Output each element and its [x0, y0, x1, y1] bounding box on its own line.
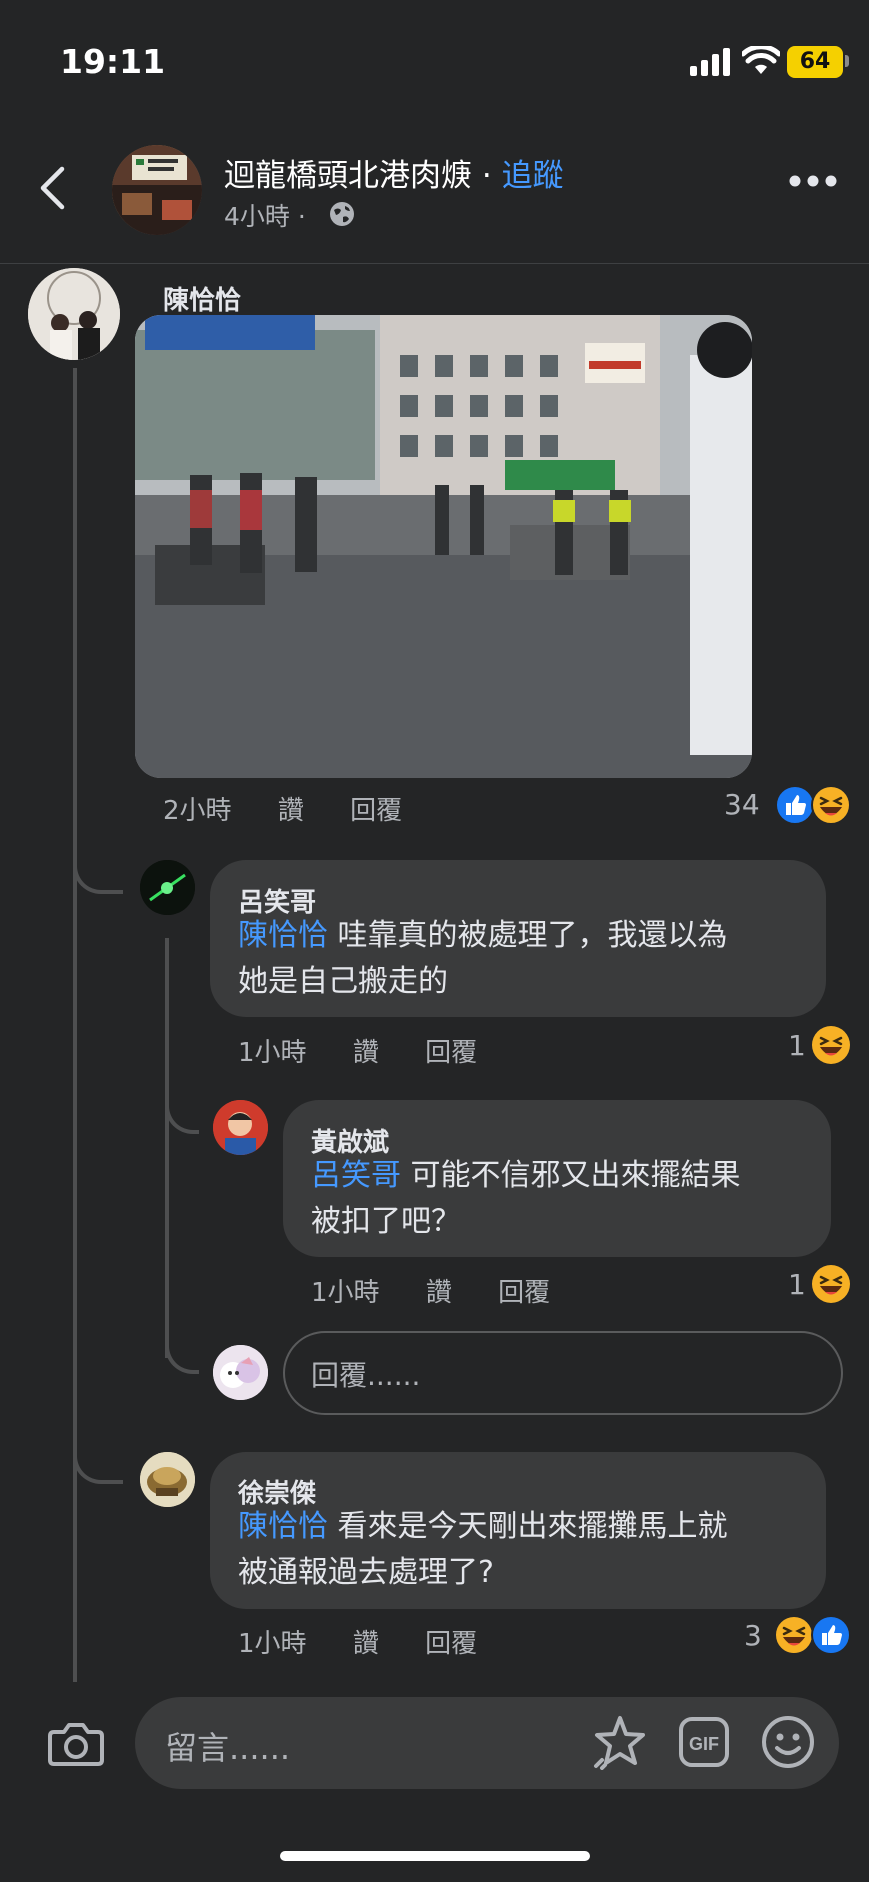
- reaction-count[interactable]: 1: [788, 1029, 806, 1062]
- thread-branch-2: [165, 1085, 199, 1134]
- like-button[interactable]: 讚: [353, 1629, 379, 1659]
- thread-branch-3: [165, 1325, 199, 1374]
- comment-actions: 1小時 讚 回覆: [238, 1623, 515, 1660]
- avatar[interactable]: [28, 268, 120, 360]
- reaction-count[interactable]: 3: [744, 1619, 762, 1652]
- comment-photo[interactable]: [135, 315, 752, 778]
- thread-line-main: [73, 368, 77, 1683]
- comment-text: 呂笑哥 可能不信邪又出來擺結果 被扣了吧？: [311, 1153, 821, 1245]
- comment-time: 1小時: [238, 1038, 307, 1068]
- reply-button[interactable]: 回覆: [425, 1629, 477, 1659]
- battery-tip: [845, 55, 849, 67]
- page-name[interactable]: 迴龍橋頭北港肉焿: [224, 158, 472, 194]
- thread-branch-1: [73, 845, 123, 894]
- post-meta: 4小時 ·: [224, 197, 306, 233]
- page-avatar[interactable]: [112, 145, 202, 235]
- haha-reaction-icon: [811, 785, 851, 825]
- more-icon[interactable]: [788, 173, 838, 189]
- like-button[interactable]: 讚: [426, 1278, 452, 1308]
- post-time: 4小時: [224, 202, 290, 231]
- like-reaction-icon: [811, 1615, 851, 1655]
- comment-text-line1: 哇靠真的被處理了，我還以為: [328, 918, 728, 953]
- page-title: 迴龍橋頭北港肉焿 · 追蹤: [224, 150, 564, 195]
- thread-branch-4: [73, 1435, 123, 1484]
- avatar[interactable]: [140, 1452, 195, 1507]
- comment-time: 1小時: [238, 1629, 307, 1659]
- comment-time: 1小時: [311, 1278, 380, 1308]
- comment-actions: 1小時 讚 回覆: [238, 1032, 515, 1069]
- comment-text-line2: 被通報過去處理了?: [238, 1555, 494, 1590]
- avatar: [213, 1345, 268, 1400]
- mention-link[interactable]: 陳恰恰: [238, 1509, 328, 1544]
- title-separator: ·: [472, 158, 502, 194]
- gif-icon[interactable]: GIF: [678, 1716, 730, 1768]
- reaction-count[interactable]: 1: [788, 1268, 806, 1301]
- haha-reaction-icon: [774, 1615, 814, 1655]
- haha-reaction-icon: [812, 1265, 850, 1303]
- thread-line-sub: [165, 938, 169, 1358]
- comment-author[interactable]: 陳恰恰: [163, 280, 241, 317]
- meta-dot: ·: [297, 202, 306, 231]
- reply-input-placeholder: 回覆......: [311, 1359, 421, 1392]
- wifi-icon: [742, 46, 780, 74]
- svg-text:GIF: GIF: [689, 1734, 719, 1754]
- reply-button[interactable]: 回覆: [350, 796, 402, 826]
- comment-time: 2小時: [163, 796, 232, 826]
- comment-text: 陳恰恰 看來是今天剛出來擺攤馬上就 被通報過去處理了?: [238, 1504, 808, 1596]
- comment-text-line2: 被扣了吧？: [311, 1204, 461, 1239]
- sticker-icon[interactable]: [592, 1714, 648, 1770]
- comment-text-line2: 她是自己搬走的: [238, 964, 448, 999]
- haha-reaction-icon: [812, 1026, 850, 1064]
- header-divider: [0, 263, 869, 264]
- camera-icon[interactable]: [48, 1720, 104, 1768]
- signal-icon: [690, 48, 730, 76]
- globe-icon: [330, 202, 354, 226]
- battery-indicator: 64: [787, 46, 843, 78]
- reply-button[interactable]: 回覆: [498, 1278, 550, 1308]
- emoji-icon[interactable]: [760, 1714, 816, 1770]
- like-button[interactable]: 讚: [278, 796, 304, 826]
- home-indicator: [280, 1851, 590, 1861]
- avatar[interactable]: [213, 1100, 268, 1155]
- comment-actions: 1小時 讚 回覆: [311, 1272, 588, 1309]
- comment-text-line1: 看來是今天剛出來擺攤馬上就: [328, 1509, 728, 1544]
- comment-text: 陳恰恰 哇靠真的被處理了，我還以為 她是自己搬走的: [238, 913, 808, 1005]
- like-button[interactable]: 讚: [353, 1038, 379, 1068]
- follow-button[interactable]: 追蹤: [502, 158, 564, 194]
- reaction-count[interactable]: 34: [724, 788, 760, 821]
- status-time: 19:11: [60, 42, 166, 81]
- reply-button[interactable]: 回覆: [425, 1038, 477, 1068]
- comment-text-line1: 可能不信邪又出來擺結果: [401, 1158, 741, 1193]
- mention-link[interactable]: 陳恰恰: [238, 918, 328, 953]
- like-reaction-icon: [775, 785, 815, 825]
- back-icon[interactable]: [36, 166, 70, 210]
- comment-actions: 2小時 讚 回覆: [163, 790, 440, 827]
- comment-input-placeholder: 留言......: [165, 1729, 291, 1767]
- mention-link[interactable]: 呂笑哥: [311, 1158, 401, 1193]
- avatar[interactable]: [140, 860, 195, 915]
